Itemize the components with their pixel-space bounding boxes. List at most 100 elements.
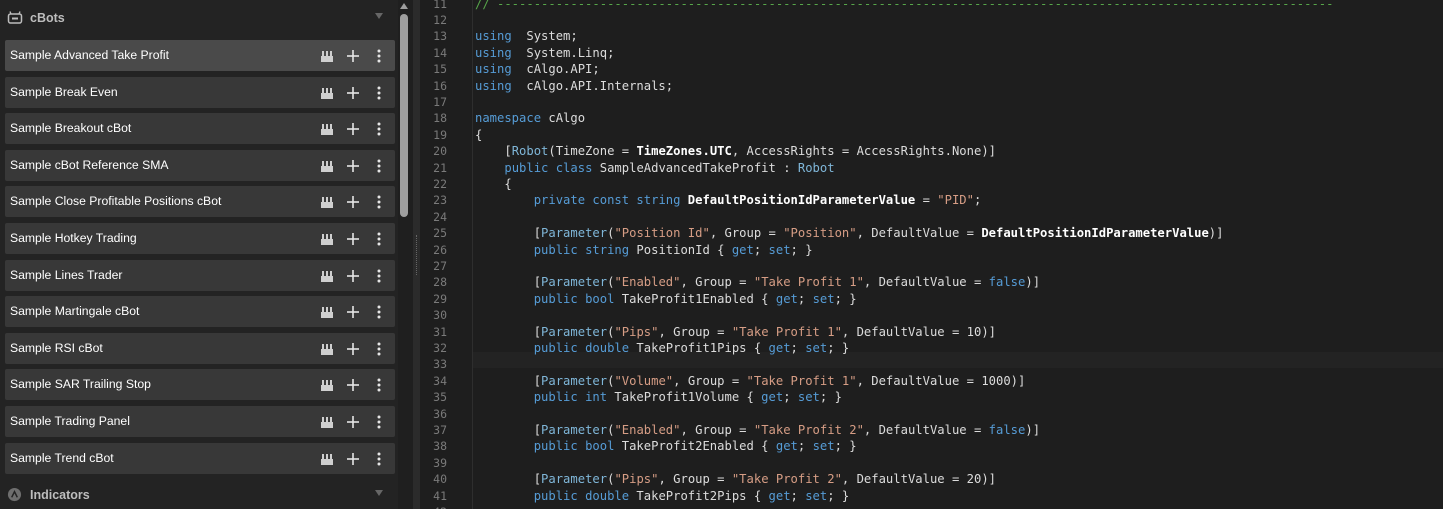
code-line[interactable]: [Parameter("Enabled", Group = "Take Prof…	[475, 274, 1040, 290]
cbot-list-item[interactable]: Sample RSI cBot	[5, 332, 395, 364]
more-options-icon[interactable]	[371, 85, 387, 101]
instances-icon[interactable]	[319, 451, 335, 467]
instances-icon[interactable]	[319, 268, 335, 284]
add-instance-icon[interactable]	[345, 304, 361, 320]
add-instance-icon[interactable]	[345, 341, 361, 357]
add-instance-icon[interactable]	[345, 414, 361, 430]
code-line[interactable]: [Parameter("Enabled", Group = "Take Prof…	[475, 422, 1040, 438]
instances-icon[interactable]	[319, 414, 335, 430]
code-token: )]	[1208, 226, 1224, 241]
cbot-name: Sample Hotkey Trading	[10, 230, 137, 245]
code-token: "Take Profit 1"	[731, 324, 842, 339]
instances-icon[interactable]	[319, 48, 335, 64]
code-line[interactable]: using System;	[475, 28, 578, 44]
cbot-name: Sample Advanced Take Profit	[10, 48, 169, 62]
line-number: 24	[433, 209, 447, 224]
code-token: ;	[973, 193, 982, 208]
code-line[interactable]: public int TakeProfit1Volume { get; set;…	[475, 389, 842, 405]
code-line[interactable]: [Parameter("Position Id", Group = "Posit…	[475, 225, 1224, 241]
code-line[interactable]: using cAlgo.API;	[475, 61, 600, 77]
cbot-list-item[interactable]: Sample Break Even	[5, 76, 395, 108]
more-options-icon[interactable]	[371, 158, 387, 174]
add-instance-icon[interactable]	[345, 451, 361, 467]
code-token: =	[915, 193, 938, 208]
collapse-caret-icon[interactable]	[374, 488, 384, 498]
more-options-icon[interactable]	[371, 341, 387, 357]
instances-icon[interactable]	[319, 304, 335, 320]
add-instance-icon[interactable]	[345, 377, 361, 393]
cbot-list-item[interactable]: Sample Trend cBot	[5, 442, 395, 474]
code-token: DefaultPositionIdParameterValue	[981, 226, 1209, 241]
code-line[interactable]: private const string DefaultPositionIdPa…	[475, 192, 982, 208]
code-line[interactable]: using System.Linq;	[475, 45, 614, 61]
code-token: , DefaultValue = 1000)]	[856, 373, 1026, 388]
code-line[interactable]: public class SampleAdvancedTakeProfit : …	[475, 160, 834, 176]
cbot-list-item[interactable]: Sample Hotkey Trading	[5, 222, 395, 254]
add-instance-icon[interactable]	[345, 194, 361, 210]
more-options-icon[interactable]	[371, 377, 387, 393]
cbot-list-item[interactable]: Sample Lines Trader	[5, 259, 395, 291]
more-options-icon[interactable]	[371, 268, 387, 284]
code-token: System.Linq;	[511, 45, 615, 60]
code-line[interactable]: {	[475, 127, 482, 143]
instances-icon[interactable]	[319, 85, 335, 101]
more-options-icon[interactable]	[371, 194, 387, 210]
instances-icon[interactable]	[319, 341, 335, 357]
code-line[interactable]: // -------------------------------------…	[475, 0, 1334, 12]
line-number: 25	[433, 226, 447, 241]
code-line[interactable]: [Parameter("Pips", Group = "Take Profit …	[475, 471, 996, 487]
cbots-section-header[interactable]: cBots	[0, 1, 398, 35]
add-instance-icon[interactable]	[345, 268, 361, 284]
more-options-icon[interactable]	[371, 451, 387, 467]
code-line[interactable]: [Robot(TimeZone = TimeZones.UTC, AccessR…	[475, 143, 996, 159]
cbot-list-item[interactable]: Sample Close Profitable Positions cBot	[5, 186, 395, 218]
more-options-icon[interactable]	[371, 414, 387, 430]
code-line[interactable]: public bool TakeProfit2Enabled { get; se…	[475, 438, 857, 454]
more-options-icon[interactable]	[371, 231, 387, 247]
sidebar-scrollbar-thumb[interactable]	[400, 14, 408, 217]
line-number: 36	[433, 406, 447, 421]
code-token: public double	[533, 340, 630, 355]
add-instance-icon[interactable]	[345, 85, 361, 101]
more-options-icon[interactable]	[371, 121, 387, 137]
instances-icon[interactable]	[319, 231, 335, 247]
indicators-section-title: Indicators	[30, 488, 90, 502]
code-token: ;	[790, 488, 806, 503]
more-options-icon[interactable]	[371, 48, 387, 64]
indicators-section-header[interactable]: Indicators	[0, 478, 398, 509]
code-line[interactable]: public double TakeProfit1Pips { get; set…	[475, 340, 850, 356]
line-number: 34	[433, 373, 447, 388]
code-line[interactable]: {	[475, 176, 511, 192]
add-instance-icon[interactable]	[345, 158, 361, 174]
code-token: public bool	[533, 439, 615, 454]
cbot-list-item[interactable]: Sample Advanced Take Profit	[5, 40, 395, 71]
code-editor[interactable]: 11 12 13 14 15 16 17 18 19 20 21 22 23 24 25 26 27 28 29 30…	[420, 0, 1443, 509]
cbot-name: Sample Martingale cBot	[10, 304, 140, 319]
code-token: , Group =	[673, 373, 747, 388]
code-line[interactable]: [Parameter("Pips", Group = "Take Profit …	[475, 324, 996, 340]
instances-icon[interactable]	[319, 377, 335, 393]
code-line[interactable]: using cAlgo.API.Internals;	[475, 78, 673, 94]
add-instance-icon[interactable]	[345, 231, 361, 247]
line-number: 33	[433, 357, 447, 372]
code-line[interactable]: public double TakeProfit2Pips { get; set…	[475, 488, 850, 504]
cbot-list-item[interactable]: Sample SAR Trailing Stop	[5, 369, 395, 401]
cbot-list-item[interactable]: Sample Martingale cBot	[5, 296, 395, 328]
code-token: TakeProfit2Enabled {	[614, 439, 776, 454]
add-instance-icon[interactable]	[345, 48, 361, 64]
scroll-up-arrow-icon[interactable]	[400, 2, 408, 10]
cbot-list-item[interactable]: Sample Breakout cBot	[5, 113, 395, 145]
add-instance-icon[interactable]	[345, 121, 361, 137]
instances-icon[interactable]	[319, 121, 335, 137]
more-options-icon[interactable]	[371, 304, 387, 320]
cbot-list-item[interactable]: Sample Trading Panel	[5, 405, 395, 437]
panel-splitter[interactable]	[413, 0, 420, 509]
cbot-list-item[interactable]: Sample cBot Reference SMA	[5, 149, 395, 181]
code-line[interactable]: public string PositionId { get; set; }	[475, 242, 813, 258]
instances-icon[interactable]	[319, 158, 335, 174]
collapse-caret-icon[interactable]	[374, 11, 384, 21]
code-line[interactable]: [Parameter("Volume", Group = "Take Profi…	[475, 373, 1026, 389]
code-line[interactable]: public bool TakeProfit1Enabled { get; se…	[475, 291, 857, 307]
code-line[interactable]: namespace cAlgo	[475, 110, 585, 126]
instances-icon[interactable]	[319, 194, 335, 210]
